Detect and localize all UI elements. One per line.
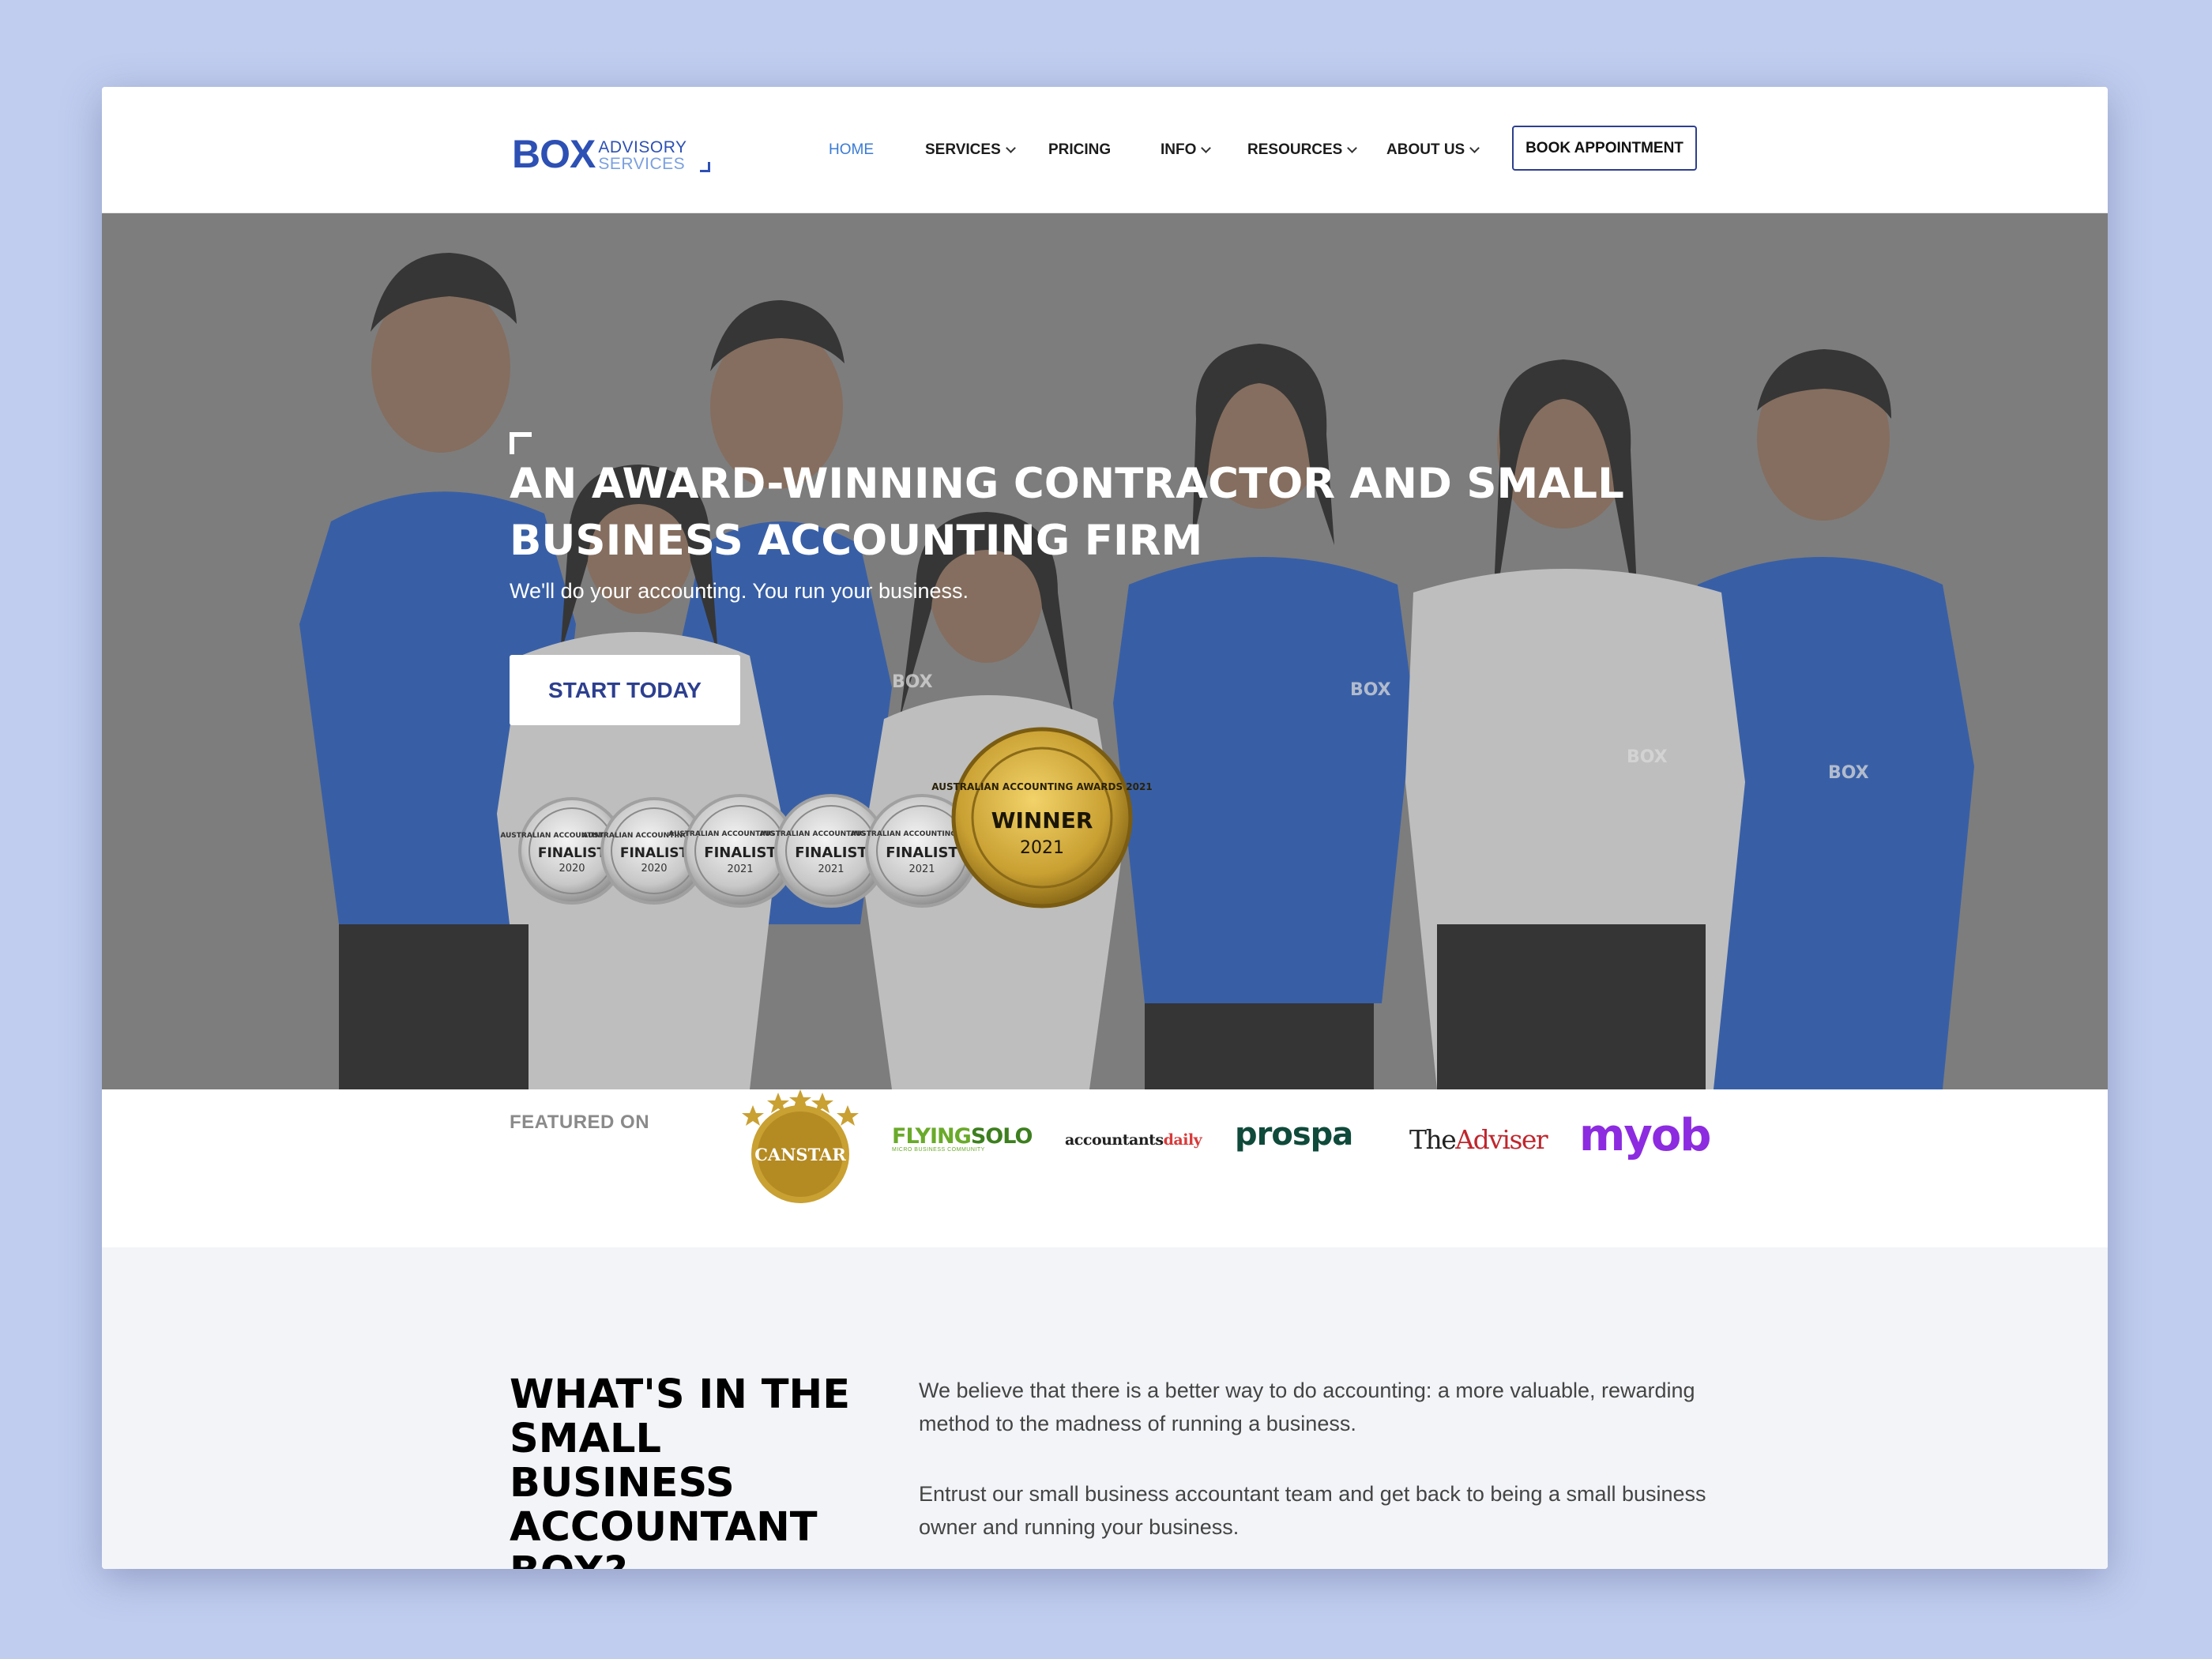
- section-title: WHAT'S IN THE SMALL BUSINESS ACCOUNTANT …: [510, 1371, 851, 1570]
- featured-on-bar: FEATURED ON CANSTAR FLYINGSOLO MICRO BUS…: [102, 1089, 2108, 1247]
- myob-logo[interactable]: myob: [1579, 1110, 1711, 1161]
- hero-section: BOX BOX BOX BOX AN AWARD-WINNING CONTRAC…: [102, 213, 2108, 1089]
- nav-about-us-label: ABOUT US: [1386, 141, 1465, 158]
- svg-text:FINALIST: FINALIST: [886, 845, 958, 861]
- the-adviser-logo[interactable]: TheAdviser: [1409, 1124, 1548, 1155]
- nav-about-us[interactable]: ABOUT US: [1386, 139, 1480, 161]
- adviser-text-b: Adviser: [1455, 1124, 1548, 1155]
- svg-text:2021: 2021: [1020, 838, 1064, 858]
- intro-paragraph: Entrust our small business accountant te…: [919, 1482, 1706, 1539]
- svg-text:FINALIST: FINALIST: [620, 845, 689, 861]
- chevron-down-icon: [1347, 143, 1358, 153]
- nav-info-label: INFO: [1161, 141, 1197, 158]
- logo-line-services: SERVICES: [598, 155, 686, 173]
- svg-text:2021: 2021: [818, 863, 844, 875]
- nav-pricing-label: PRICING: [1048, 141, 1112, 158]
- svg-text:FINALIST: FINALIST: [538, 845, 607, 861]
- svg-text:FINALIST: FINALIST: [704, 845, 777, 861]
- daily-text: daily: [1163, 1131, 1202, 1149]
- svg-text:2020: 2020: [559, 863, 585, 875]
- site-logo[interactable]: BOX ADVISORY SERVICES: [512, 130, 710, 174]
- flyingsolo-text-b: SOLO: [970, 1124, 1033, 1149]
- logo-corner-icon: [699, 162, 710, 172]
- svg-text:2021: 2021: [908, 863, 935, 875]
- svg-text:FINALIST: FINALIST: [795, 845, 867, 861]
- intro-section: WHAT'S IN THE SMALL BUSINESS ACCOUNTANT …: [102, 1247, 2108, 1569]
- flyingsolo-logo[interactable]: FLYINGSOLO MICRO BUSINESS COMMUNITY: [892, 1124, 1033, 1153]
- canstar-text: CANSTAR: [754, 1145, 846, 1164]
- featured-on-label: FEATURED ON: [510, 1112, 650, 1133]
- logo-main-text: BOX: [512, 132, 596, 176]
- nav-home[interactable]: HOME: [829, 139, 874, 161]
- prospa-logo[interactable]: prospa: [1235, 1116, 1353, 1153]
- intro-paragraph: We believe that there is a better way to…: [919, 1379, 1695, 1435]
- flyingsolo-text-a: FLYING: [892, 1124, 972, 1149]
- book-appointment-button[interactable]: BOOK APPOINTMENT: [1512, 126, 1697, 171]
- accountants-daily-logo[interactable]: accountantsdaily: [1065, 1131, 1202, 1149]
- nav-home-label: HOME: [829, 141, 874, 158]
- canstar-logo[interactable]: CANSTAR: [729, 1089, 871, 1208]
- browser-window: BOX ADVISORY SERVICES HOME SERVICES PRIC…: [102, 87, 2108, 1569]
- nav-pricing[interactable]: PRICING: [1048, 139, 1111, 161]
- adviser-text-a: The: [1409, 1124, 1457, 1155]
- chevron-down-icon: [1201, 143, 1212, 153]
- nav-services-label: SERVICES: [925, 141, 1001, 158]
- svg-text:AUSTRALIAN ACCOUNTING AWARDS 2: AUSTRALIAN ACCOUNTING AWARDS 2021: [931, 781, 1152, 792]
- logo-subtext: ADVISORY SERVICES: [598, 139, 687, 172]
- accountants-text: accountants: [1065, 1131, 1164, 1149]
- logo-line-advisory: ADVISORY: [598, 138, 687, 156]
- svg-text:WINNER: WINNER: [991, 807, 1093, 833]
- svg-text:2021: 2021: [727, 863, 753, 875]
- award-badges: AUSTRALIAN ACCOUNTING AWARDS FINALIST 20…: [500, 727, 1153, 908]
- nav-resources-label: RESOURCES: [1247, 141, 1343, 158]
- chevron-down-icon: [1469, 143, 1480, 153]
- nav-info[interactable]: INFO: [1161, 139, 1212, 161]
- chevron-down-icon: [1005, 143, 1016, 153]
- site-header: BOX ADVISORY SERVICES HOME SERVICES PRIC…: [102, 87, 2108, 213]
- nav-resources[interactable]: RESOURCES: [1247, 139, 1358, 161]
- svg-text:2020: 2020: [641, 863, 667, 875]
- nav-services[interactable]: SERVICES: [925, 139, 1016, 161]
